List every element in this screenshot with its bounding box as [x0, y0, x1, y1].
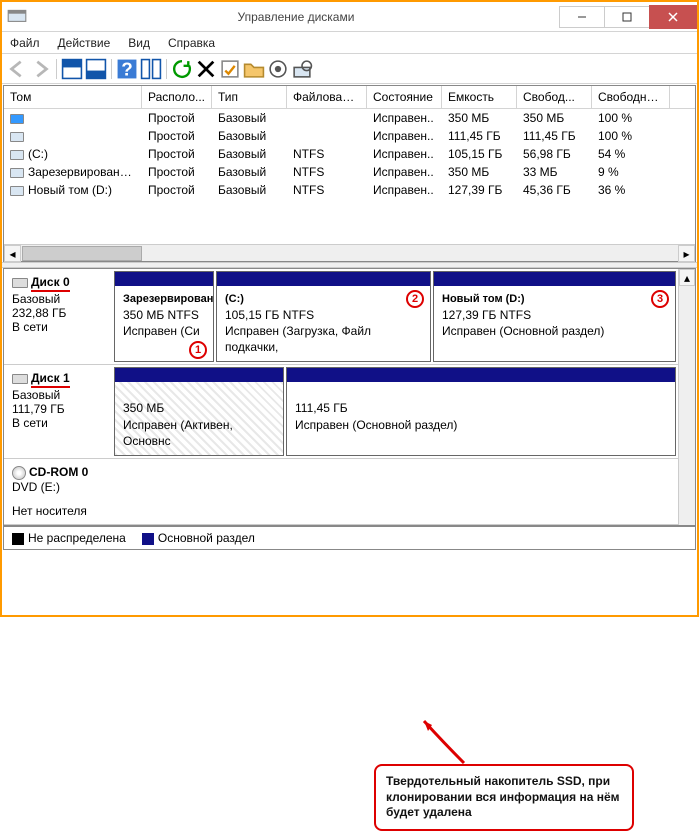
minimize-button[interactable] [559, 6, 605, 28]
view-split-button[interactable] [140, 58, 162, 80]
app-icon [6, 6, 28, 28]
disk-row-0[interactable]: Диск 0 Базовый 232,88 ГБ В сети Зарезерв… [4, 269, 678, 365]
legend-primary: Основной раздел [142, 531, 255, 545]
col-free[interactable]: Свобод... [517, 86, 592, 108]
scroll-right-icon[interactable]: ▸ [678, 245, 695, 262]
cdrom-status: Нет носителя [12, 504, 104, 518]
view-top-button[interactable] [61, 58, 83, 80]
disk-0-status: В сети [12, 320, 104, 334]
col-type[interactable]: Тип [212, 86, 287, 108]
disk-row-1[interactable]: Диск 1 Базовый 111,79 ГБ В сети 350 МБ И… [4, 365, 678, 459]
col-fs[interactable]: Файловая с... [287, 86, 367, 108]
disk-1-type: Базовый [12, 388, 104, 402]
window-title: Управление дисками [32, 10, 560, 24]
folder-icon[interactable] [243, 58, 265, 80]
legend-unallocated: Не распределена [12, 531, 126, 545]
col-status[interactable]: Состояние [367, 86, 442, 108]
col-layout[interactable]: Располо... [142, 86, 212, 108]
legend: Не распределена Основной раздел [3, 526, 696, 550]
marker-2: 2 [406, 290, 424, 308]
col-volume[interactable]: Том [4, 86, 142, 108]
col-freepct[interactable]: Свободно % [592, 86, 670, 108]
table-row[interactable]: (C:)ПростойБазовыйNTFSИсправен..105,15 Г… [4, 145, 695, 163]
menubar: Файл Действие Вид Справка [2, 32, 697, 54]
back-button[interactable] [6, 58, 28, 80]
dvd-icon [12, 466, 26, 480]
scroll-left-icon[interactable]: ◂ [4, 245, 21, 262]
table-row[interactable]: Зарезервировано…ПростойБазовыйNTFSИсправ… [4, 163, 695, 181]
menu-help[interactable]: Справка [168, 36, 215, 50]
marker-3: 3 [651, 290, 669, 308]
forward-button[interactable] [30, 58, 52, 80]
disk-info-0: Диск 0 Базовый 232,88 ГБ В сети [4, 269, 112, 364]
disk-0-name: Диск 0 [31, 275, 70, 292]
scroll-thumb[interactable] [22, 246, 142, 261]
menu-view[interactable]: Вид [128, 36, 150, 50]
delete-icon[interactable] [195, 58, 217, 80]
titlebar: Управление дисками [2, 2, 697, 32]
partition-d[interactable]: Новый том (D:) 127,39 ГБ NTFS Исправен (… [433, 271, 676, 362]
cdrom-name: CD-ROM 0 [29, 465, 88, 479]
marker-1: 1 [189, 341, 207, 359]
table-row[interactable]: ПростойБазовыйИсправен..111,45 ГБ111,45 … [4, 127, 695, 145]
menu-action[interactable]: Действие [58, 36, 111, 50]
partition-ssd-1[interactable]: 350 МБ Исправен (Активен, Основнс [114, 367, 284, 456]
partition-reserved[interactable]: Зарезервирован 350 МБ NTFS Исправен (Си … [114, 271, 214, 362]
annotation-callout: Твердотельный накопитель SSD, при клонир… [374, 764, 634, 831]
disk-0-size: 232,88 ГБ [12, 306, 104, 320]
refresh-icon[interactable] [171, 58, 193, 80]
volume-table: Том Располо... Тип Файловая с... Состоян… [3, 85, 696, 262]
scroll-up-icon[interactable]: ▴ [679, 269, 695, 286]
disk-0-type: Базовый [12, 292, 104, 306]
menu-file[interactable]: Файл [10, 36, 40, 50]
settings-icon[interactable] [267, 58, 289, 80]
col-capacity[interactable]: Емкость [442, 86, 517, 108]
disk-info-1: Диск 1 Базовый 111,79 ГБ В сети [4, 365, 112, 458]
maximize-button[interactable] [604, 6, 650, 28]
cdrom-info: CD-ROM 0 DVD (E:) Нет носителя [4, 459, 112, 524]
disk-map: ▴ Диск 0 Базовый 232,88 ГБ В сети Зарезе… [3, 268, 696, 526]
table-header: Том Располо... Тип Файловая с... Состоян… [4, 86, 695, 109]
rescan-icon[interactable] [291, 58, 313, 80]
partition-ssd-2[interactable]: 111,45 ГБ Исправен (Основной раздел) [286, 367, 676, 456]
svg-text:?: ? [121, 58, 133, 79]
disk-1-status: В сети [12, 416, 104, 430]
h-scrollbar[interactable]: ◂ ▸ [4, 244, 695, 261]
table-row[interactable]: ПростойБазовыйИсправен..350 МБ350 МБ100 … [4, 109, 695, 127]
view-bottom-button[interactable] [85, 58, 107, 80]
v-scrollbar[interactable]: ▴ [678, 269, 695, 525]
disk-icon [12, 374, 28, 384]
table-body: ПростойБазовыйИсправен..350 МБ350 МБ100 … [4, 109, 695, 199]
toolbar: ? [2, 54, 697, 84]
disk-row-cdrom[interactable]: CD-ROM 0 DVD (E:) Нет носителя [4, 459, 678, 525]
properties-icon[interactable] [219, 58, 241, 80]
close-button[interactable] [649, 5, 697, 29]
disk-1-size: 111,79 ГБ [12, 402, 104, 416]
table-row[interactable]: Новый том (D:)ПростойБазовыйNTFSИсправен… [4, 181, 695, 199]
disk-1-name: Диск 1 [31, 371, 70, 388]
cdrom-dev: DVD (E:) [12, 480, 104, 494]
disk-icon [12, 278, 28, 288]
partition-c[interactable]: (C:) 105,15 ГБ NTFS Исправен (Загрузка, … [216, 271, 431, 362]
help-icon[interactable]: ? [116, 58, 138, 80]
